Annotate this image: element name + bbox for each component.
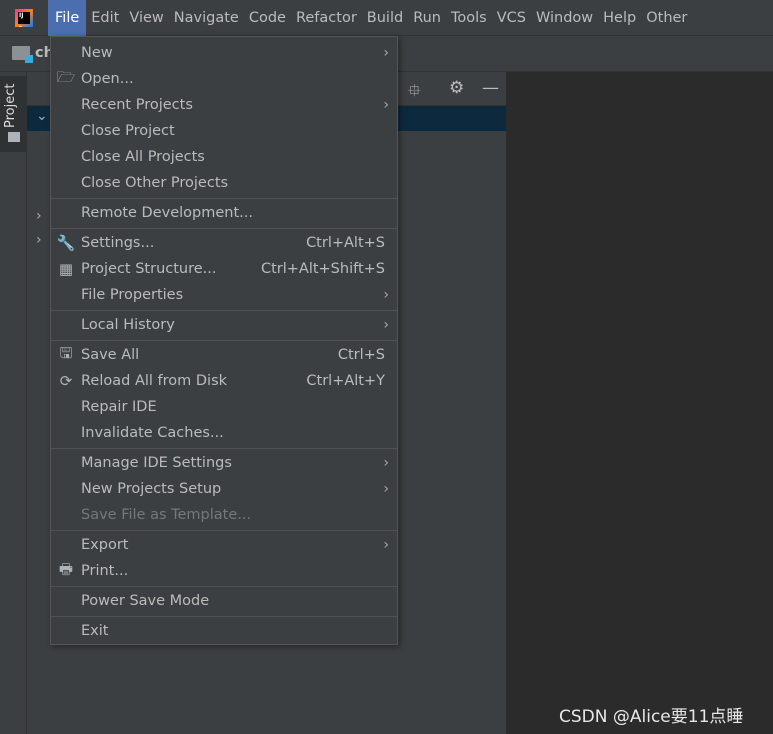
menu-item-exit[interactable]: Exit: [51, 618, 397, 644]
menu-refactor[interactable]: Refactor: [291, 0, 362, 36]
menu-item-power-save-mode[interactable]: Power Save Mode: [51, 588, 397, 614]
menu-item-recent-projects[interactable]: Recent Projects ›: [51, 92, 397, 118]
menu-item-label: Recent Projects: [81, 97, 193, 113]
menu-item-repair-ide[interactable]: Repair IDE: [51, 394, 397, 420]
menu-help[interactable]: Help: [598, 0, 641, 36]
chevron-right-icon[interactable]: ›: [36, 208, 42, 224]
menu-item-label: Power Save Mode: [81, 593, 210, 609]
menu-item-label: Local History: [81, 317, 175, 333]
menu-item-label: Exit: [81, 623, 109, 639]
menu-item-local-history[interactable]: Local History ›: [51, 312, 397, 338]
file-menu: New › 🗁 Open... Recent Projects › Close Projec…: [50, 36, 398, 645]
project-structure-icon: ▦: [58, 260, 74, 278]
menu-item-close-project[interactable]: Close Project: [51, 118, 397, 144]
menu-navigate[interactable]: Navigate: [169, 0, 244, 36]
save-icon: 🖫: [59, 343, 73, 362]
menu-item-close-all-projects[interactable]: Close All Projects: [51, 144, 397, 170]
project-tab-label: Project: [3, 83, 18, 128]
menu-item-label: Close All Projects: [81, 149, 205, 165]
wrench-icon: 🔧: [56, 234, 76, 252]
left-tool-strip: [0, 72, 27, 734]
menu-item-manage-ide-settings[interactable]: Manage IDE Settings ›: [51, 450, 397, 476]
menu-item-label: New Projects Setup: [81, 481, 222, 497]
menu-separator: [51, 197, 397, 199]
menu-item-export[interactable]: Export ›: [51, 532, 397, 558]
menu-item-remote-development[interactable]: Remote Development...: [51, 200, 397, 226]
menu-bar: IJ _ File Edit View Navigate Code Refactor Buil…: [0, 0, 773, 36]
menu-item-save-file-as-template: Save File as Template...: [51, 502, 397, 528]
menu-window[interactable]: Window: [531, 0, 598, 36]
menu-item-label: Repair IDE: [81, 399, 157, 415]
folder-icon: [8, 132, 20, 142]
minimize-icon[interactable]: —: [482, 78, 499, 98]
chevron-right-icon: ›: [383, 537, 389, 553]
shortcut-label: Ctrl+S: [337, 347, 385, 363]
chevron-right-icon: ›: [383, 45, 389, 61]
intellij-logo[interactable]: IJ _: [0, 0, 48, 36]
menu-item-label: Project Structure...: [81, 261, 217, 277]
menu-item-label: Invalidate Caches...: [81, 425, 224, 441]
menu-code[interactable]: Code: [244, 0, 291, 36]
menu-run[interactable]: Run: [408, 0, 446, 36]
shortcut-label: Ctrl+Alt+Y: [306, 373, 385, 389]
menu-item-reload-all-from-disk[interactable]: ⟳ Reload All from Disk Ctrl+Alt+Y: [51, 368, 397, 394]
menu-item-label: Print...: [81, 563, 129, 579]
menu-view[interactable]: View: [124, 0, 168, 36]
menu-item-label: New: [81, 45, 113, 61]
menu-item-label: Save All: [81, 347, 140, 363]
menu-item-label: Close Other Projects: [81, 175, 229, 191]
menu-other[interactable]: Other: [641, 0, 692, 36]
menu-item-settings[interactable]: 🔧 Settings... Ctrl+Alt+S: [51, 230, 397, 256]
chevron-right-icon: ›: [383, 287, 389, 303]
chevron-right-icon[interactable]: ›: [36, 232, 42, 248]
project-folder-icon: [12, 46, 33, 63]
menu-item-label: Save File as Template...: [81, 507, 252, 523]
menu-file[interactable]: File: [48, 0, 87, 36]
reload-icon: ⟳: [59, 372, 73, 390]
chevron-right-icon: ›: [383, 455, 389, 471]
menu-item-label: File Properties: [81, 287, 184, 303]
chevron-right-icon: ›: [383, 97, 389, 113]
menu-item-close-other-projects[interactable]: Close Other Projects: [51, 170, 397, 196]
chevron-right-icon: ›: [383, 481, 389, 497]
menu-item-print[interactable]: 🖶 Print...: [51, 558, 397, 584]
menu-separator: [51, 227, 397, 229]
watermark: CSDN @Alice要11点睡: [559, 707, 744, 727]
menu-edit[interactable]: Edit: [86, 0, 124, 36]
gear-icon[interactable]: ⚙: [449, 78, 464, 98]
menu-tools[interactable]: Tools: [446, 0, 492, 36]
chevron-down-icon[interactable]: ⌄: [36, 108, 48, 124]
menu-separator: [51, 447, 397, 449]
collapse-all-icon[interactable]: ⯐: [408, 78, 421, 107]
menu-item-label: Open...: [81, 71, 134, 87]
menu-separator: [51, 339, 397, 341]
menu-item-new[interactable]: New ›: [51, 40, 397, 66]
menu-item-file-properties[interactable]: File Properties ›: [51, 282, 397, 308]
menu-item-label: Reload All from Disk: [81, 373, 228, 389]
menu-item-label: Manage IDE Settings: [81, 455, 232, 471]
menu-vcs[interactable]: VCS: [492, 0, 531, 36]
editor-area: [506, 72, 773, 734]
chevron-right-icon: ›: [383, 317, 389, 333]
menu-item-label: Settings...: [81, 235, 155, 251]
shortcut-label: Ctrl+Alt+Shift+S: [260, 261, 385, 277]
folder-open-icon: 🗁: [56, 67, 76, 86]
menu-build[interactable]: Build: [362, 0, 408, 36]
menu-item-open[interactable]: 🗁 Open...: [51, 66, 397, 92]
menu-item-invalidate-caches[interactable]: Invalidate Caches...: [51, 420, 397, 446]
menu-item-project-structure[interactable]: ▦ Project Structure... Ctrl+Alt+Shift+S: [51, 256, 397, 282]
menu-separator: [51, 585, 397, 587]
menu-separator: [51, 309, 397, 311]
menu-item-save-all[interactable]: 🖫 Save All Ctrl+S: [51, 342, 397, 368]
menu-separator: [51, 529, 397, 531]
print-icon: 🖶: [58, 559, 74, 578]
menu-item-label: Export: [81, 537, 129, 553]
menu-item-label: Remote Development...: [81, 205, 253, 221]
menu-item-label: Close Project: [81, 123, 175, 139]
menu-separator: [51, 615, 397, 617]
menu-item-new-projects-setup[interactable]: New Projects Setup ›: [51, 476, 397, 502]
shortcut-label: Ctrl+Alt+S: [306, 235, 385, 251]
